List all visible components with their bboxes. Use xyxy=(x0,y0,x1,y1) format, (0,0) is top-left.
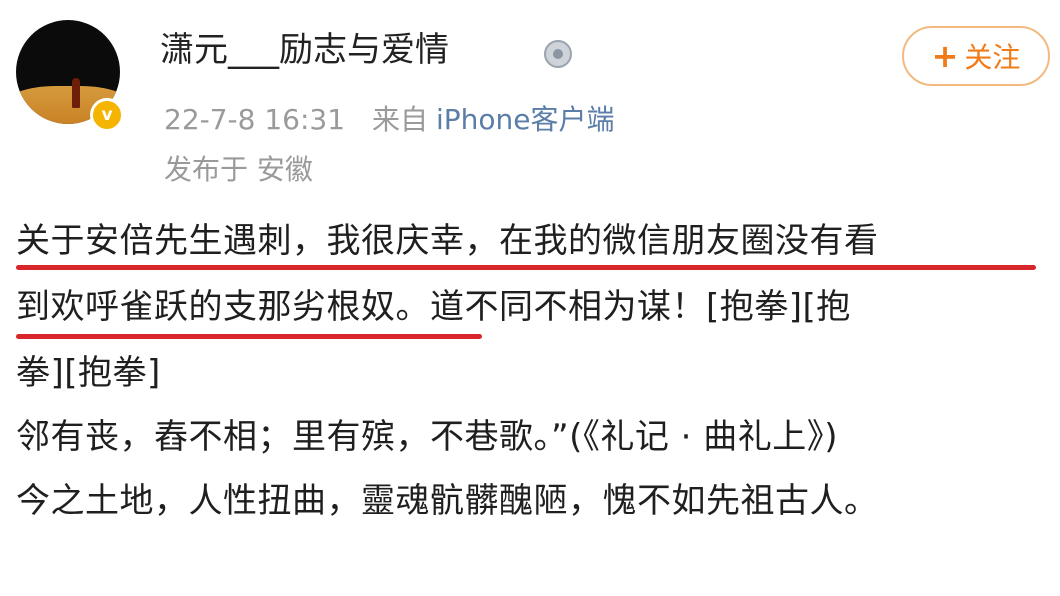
post-line-1: 关于安倍先生遇刺，我很庆幸，在我的微信朋友圈没有看 xyxy=(16,221,879,261)
post-line-4: 邻有丧，舂不相；里有殡，不巷歌。”(《礼记 · 曲礼上》) xyxy=(16,417,839,457)
verified-badge-icon: v xyxy=(90,98,124,132)
plus-icon: + xyxy=(931,37,959,75)
from-label: 来自 xyxy=(371,103,428,136)
post-line-3: 拳][抱拳] xyxy=(16,353,161,393)
username[interactable]: 潇元___励志与爱情 xyxy=(160,28,449,72)
post-timestamp: 22-7-8 16:31 xyxy=(164,103,346,136)
post-location: 发布于 安徽 xyxy=(164,153,313,186)
post-line-5: 今之土地，人性扭曲，靈魂骯髒醜陋，愧不如先祖古人。 xyxy=(16,481,879,521)
medal-icon[interactable] xyxy=(544,40,572,68)
underline-2 xyxy=(16,334,482,339)
post-line-2: 到欢呼雀跃的支那劣根奴。道不同不相为谋！[抱拳][抱 xyxy=(16,287,851,327)
post-meta: 22-7-8 16:31 来自 iPhone客户端 xyxy=(164,102,615,138)
follow-button[interactable]: + 关注 xyxy=(902,26,1050,86)
post-source[interactable]: iPhone客户端 xyxy=(436,103,615,136)
underline-1 xyxy=(16,265,1036,270)
avatar-figure xyxy=(72,78,80,108)
follow-label: 关注 xyxy=(964,41,1021,74)
